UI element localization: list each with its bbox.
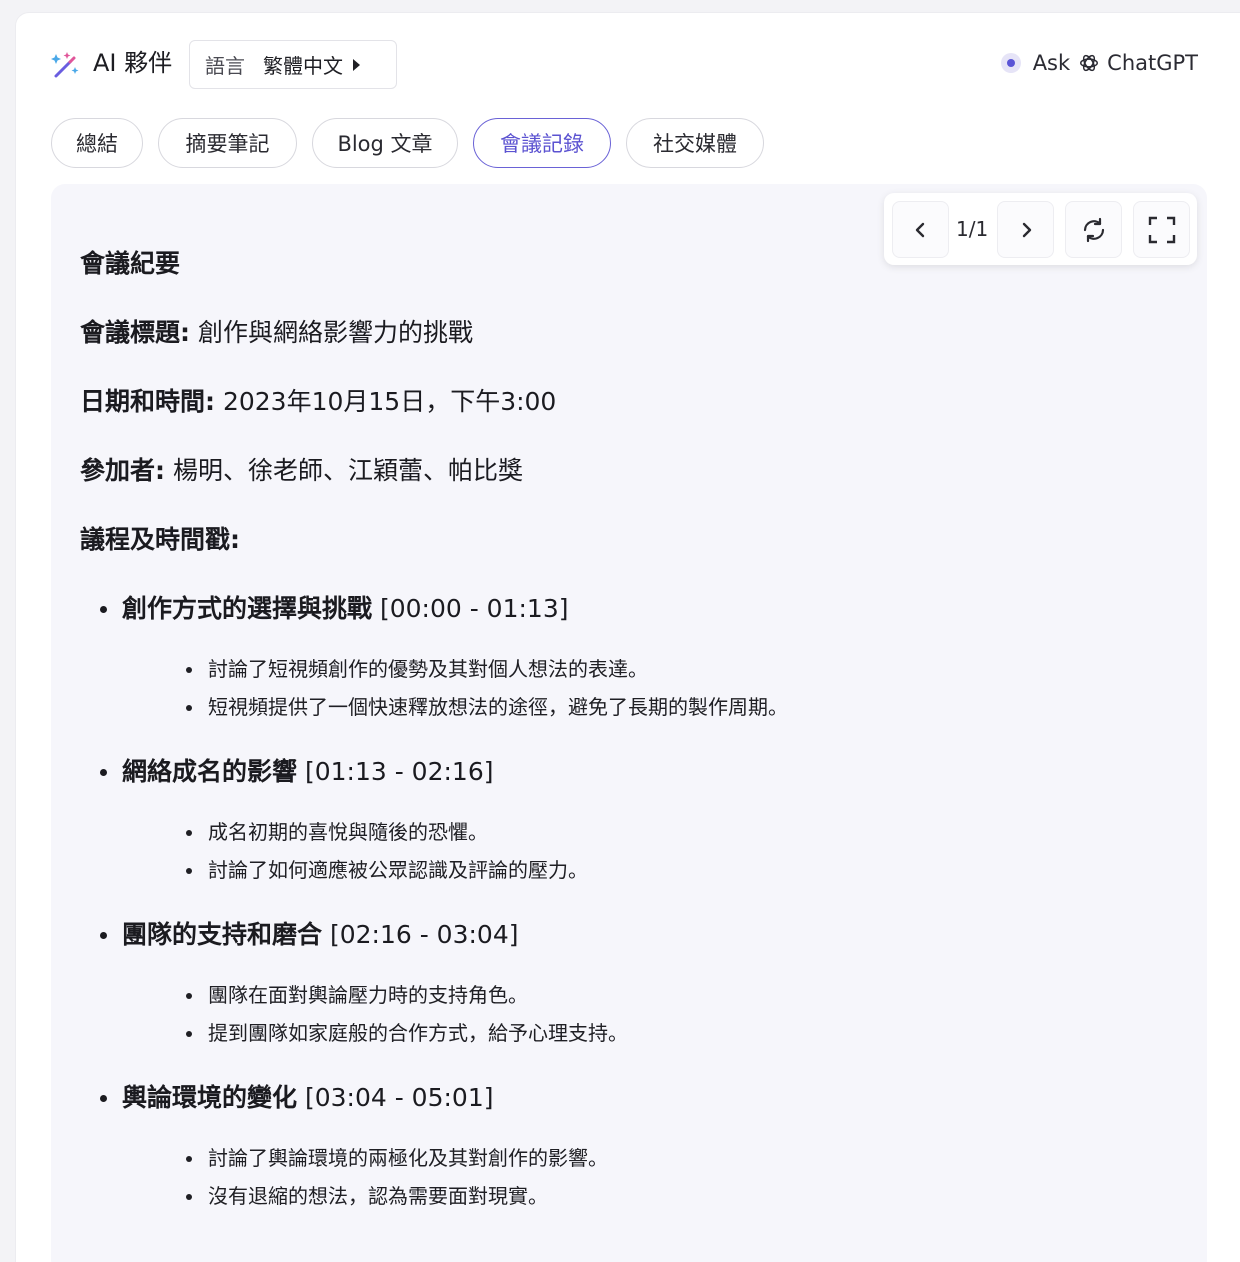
section-time: [01:13 - 02:16] xyxy=(304,757,494,786)
section-name: 創作方式的選擇與挑戰 xyxy=(122,594,373,623)
section-name: 網絡成名的影響 xyxy=(122,757,298,786)
language-label: 語言 xyxy=(205,54,245,78)
bullet-icon xyxy=(186,868,192,874)
chevron-right-icon xyxy=(1022,222,1031,237)
fullscreen-icon xyxy=(1148,216,1175,243)
list-item-text: 討論了輿論環境的兩極化及其對創作的影響。 xyxy=(208,1146,608,1170)
agenda-section: 輿論環境的變化 [03:04 - 05:01] 討論了輿論環境的兩極化及其對創作… xyxy=(80,1080,1180,1210)
bullet-icon xyxy=(100,769,107,776)
bullet-icon xyxy=(100,606,107,613)
list-item: 沒有退縮的想法，認為需要面對現實。 xyxy=(122,1182,1180,1210)
list-item-text: 討論了短視頻創作的優勢及其對個人想法的表達。 xyxy=(208,657,648,681)
tab-summary[interactable]: 總結 xyxy=(51,118,143,168)
list-item: 短視頻提供了一個快速釋放想法的途徑，避免了長期的製作周期。 xyxy=(122,693,1180,721)
meeting-title-line: 會議標題: 創作與網絡影響力的挑戰 xyxy=(80,315,1180,351)
content-panel: 1/1 會議紀要 會議標題: 創作與網絡影響力的挑戰 日期和時間: 2023年1… xyxy=(51,184,1207,1262)
meeting-notes-document: 會議紀要 會議標題: 創作與網絡影響力的挑戰 日期和時間: 2023年10月15… xyxy=(80,246,1180,1220)
section-title: 團隊的支持和磨合 [02:16 - 03:04] xyxy=(122,917,1180,953)
section-title: 輿論環境的變化 [03:04 - 05:01] xyxy=(122,1080,1180,1116)
section-title: 網絡成名的影響 [01:13 - 02:16] xyxy=(122,754,1180,790)
list-item-text: 提到團隊如家庭般的合作方式，給予心理支持。 xyxy=(208,1021,628,1045)
section-title: 創作方式的選擇與挑戰 [00:00 - 01:13] xyxy=(122,591,1180,627)
tab-social-media[interactable]: 社交媒體 xyxy=(626,118,764,168)
section-items: 討論了短視頻創作的優勢及其對個人想法的表達。 短視頻提供了一個快速釋放想法的途徑… xyxy=(122,655,1180,721)
header: AI 夥伴 語言 繁體中文 Ask ChatGPT xyxy=(50,40,1200,90)
list-item: 討論了如何適應被公眾認識及評論的壓力。 xyxy=(122,856,1180,884)
list-item-text: 團隊在面對輿論壓力時的支持角色。 xyxy=(208,983,528,1007)
bullet-icon xyxy=(100,932,107,939)
tab-blog[interactable]: Blog 文章 xyxy=(312,118,458,168)
bullet-icon xyxy=(186,1156,192,1162)
datetime-line: 日期和時間: 2023年10月15日，下午3:00 xyxy=(80,384,1180,420)
openai-logo-icon xyxy=(1080,54,1099,72)
status-dot-icon xyxy=(1000,53,1021,73)
doc-heading: 會議紀要 xyxy=(80,249,181,278)
ask-label: Ask xyxy=(1032,51,1071,75)
language-select[interactable]: 語言 繁體中文 xyxy=(189,40,397,89)
meeting-title-label: 會議標題: xyxy=(80,318,190,347)
bullet-icon xyxy=(186,705,192,711)
list-item: 討論了輿論環境的兩極化及其對創作的影響。 xyxy=(122,1144,1180,1172)
chevron-left-icon xyxy=(915,222,924,237)
section-items: 團隊在面對輿論壓力時的支持角色。 提到團隊如家庭般的合作方式，給予心理支持。 xyxy=(122,981,1180,1047)
attendees-line: 參加者: 楊明、徐老師、江穎蕾、帕比獎 xyxy=(80,453,1180,489)
attendees-label: 參加者: xyxy=(80,456,165,485)
list-item: 成名初期的喜悅與隨後的恐懼。 xyxy=(122,818,1180,846)
datetime-label: 日期和時間: xyxy=(80,387,215,416)
section-name: 團隊的支持和磨合 xyxy=(122,920,323,949)
section-items: 成名初期的喜悅與隨後的恐懼。 討論了如何適應被公眾認識及評論的壓力。 xyxy=(122,818,1180,884)
agenda-section: 團隊的支持和磨合 [02:16 - 03:04] 團隊在面對輿論壓力時的支持角色… xyxy=(80,917,1180,1047)
caret-right-icon xyxy=(353,58,360,71)
section-time: [00:00 - 01:13] xyxy=(379,594,569,623)
bullet-icon xyxy=(186,993,192,999)
list-item-text: 討論了如何適應被公眾認識及評論的壓力。 xyxy=(208,858,588,882)
language-value: 繁體中文 xyxy=(263,54,343,78)
ask-chatgpt-button[interactable]: Ask ChatGPT xyxy=(1000,51,1198,75)
bullet-icon xyxy=(186,830,192,836)
datetime-value: 2023年10月15日，下午3:00 xyxy=(222,387,557,416)
bullet-icon xyxy=(186,1031,192,1037)
attendees-value: 楊明、徐老師、江穎蕾、帕比獎 xyxy=(172,456,523,485)
tab-bar: 總結 摘要筆記 Blog 文章 會議記錄 社交媒體 xyxy=(51,118,779,168)
magic-sparkle-icon xyxy=(51,52,79,78)
section-name: 輿論環境的變化 xyxy=(122,1083,298,1112)
bullet-icon xyxy=(186,1194,192,1200)
tab-meeting-notes[interactable]: 會議記錄 xyxy=(473,118,611,168)
brand-title: AI 夥伴 xyxy=(93,49,173,77)
chatgpt-label: ChatGPT xyxy=(1107,51,1198,75)
refresh-icon xyxy=(1083,217,1104,242)
bullet-icon xyxy=(100,1095,107,1102)
agenda-label: 議程及時間戳: xyxy=(80,525,240,554)
list-item: 討論了短視頻創作的優勢及其對個人想法的表達。 xyxy=(122,655,1180,683)
agenda-section: 網絡成名的影響 [01:13 - 02:16] 成名初期的喜悅與隨後的恐懼。 討… xyxy=(80,754,1180,884)
section-items: 討論了輿論環境的兩極化及其對創作的影響。 沒有退縮的想法，認為需要面對現實。 xyxy=(122,1144,1180,1210)
tab-notes[interactable]: 摘要筆記 xyxy=(158,118,297,168)
list-item-text: 沒有退縮的想法，認為需要面對現實。 xyxy=(208,1184,548,1208)
list-item-text: 成名初期的喜悅與隨後的恐懼。 xyxy=(208,820,488,844)
list-item: 團隊在面對輿論壓力時的支持角色。 xyxy=(122,981,1180,1009)
list-item-text: 短視頻提供了一個快速釋放想法的途徑，避免了長期的製作周期。 xyxy=(208,695,788,719)
bullet-icon xyxy=(186,667,192,673)
section-time: [02:16 - 03:04] xyxy=(329,920,519,949)
section-time: [03:04 - 05:01] xyxy=(304,1083,494,1112)
agenda-section: 創作方式的選擇與挑戰 [00:00 - 01:13] 討論了短視頻創作的優勢及其… xyxy=(80,591,1180,721)
list-item: 提到團隊如家庭般的合作方式，給予心理支持。 xyxy=(122,1019,1180,1047)
meeting-title-value: 創作與網絡影響力的挑戰 xyxy=(197,318,473,347)
page-indicator: 1/1 xyxy=(956,217,989,241)
